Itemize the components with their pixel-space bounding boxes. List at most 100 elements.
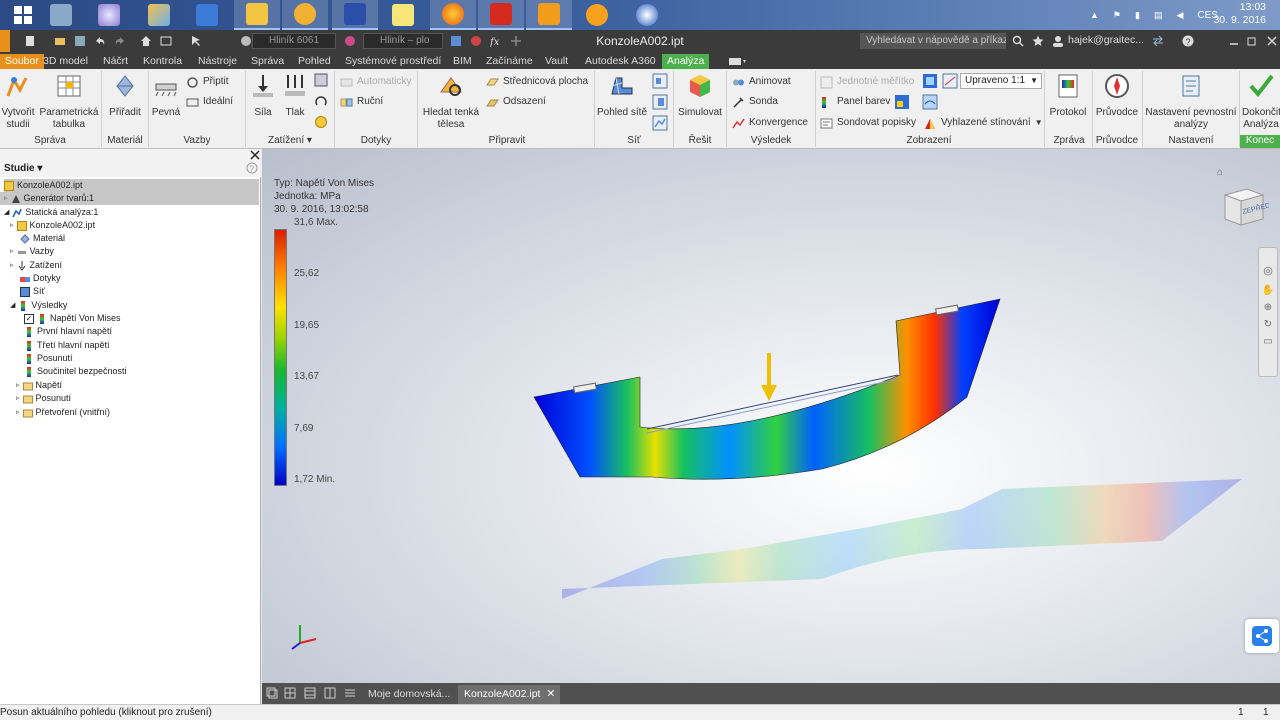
acrobat-icon[interactable] [478, 0, 524, 30]
close-icon[interactable] [1266, 35, 1278, 47]
thunderbird-icon[interactable] [282, 0, 328, 30]
tile-vertical-icon[interactable] [324, 687, 336, 699]
collapse-icon[interactable]: ◢ [10, 299, 15, 312]
tab-3d-model[interactable]: 3D model [38, 54, 93, 69]
home-icon[interactable] [140, 35, 152, 47]
undo-icon[interactable] [94, 35, 106, 47]
create-study-button[interactable]: Vytvořit studii [0, 71, 36, 131]
doc-tab-home[interactable]: Moje domovská... [362, 685, 456, 704]
expand-icon[interactable]: ▹ [4, 192, 8, 205]
graphics-window[interactable]: Typ: Napětí Von Mises Jednotka: MPa 30. … [262, 149, 1280, 683]
expand-icon[interactable]: ▹ [10, 245, 14, 258]
browser-title[interactable]: Studie ▾ [4, 163, 42, 174]
tree-item-strain-folder[interactable]: ▹ Přetvoření (vnitřní) [16, 406, 110, 419]
mesh-settings-icon[interactable] [652, 73, 668, 89]
share-button[interactable] [1245, 619, 1279, 653]
local-mesh-control-icon[interactable] [652, 94, 668, 110]
animate-button[interactable]: Animovat [732, 74, 791, 90]
force-load-button[interactable]: Síla [248, 71, 278, 119]
tray-arrow-icon[interactable]: ▲ [1090, 10, 1099, 20]
menu-icon[interactable] [344, 687, 356, 699]
expand-icon[interactable]: ▹ [10, 219, 14, 232]
inventor-icon[interactable] [526, 0, 572, 30]
browser-close-icon[interactable] [250, 150, 260, 160]
collapse-icon[interactable]: ◢ [4, 206, 9, 219]
appearance-combo[interactable]: Hliník – plo [363, 33, 443, 49]
manual-contacts-button[interactable]: Ruční [340, 94, 383, 110]
tree-item-material[interactable]: Materiál [20, 232, 65, 245]
tab-options-icon[interactable] [728, 55, 748, 67]
pinned-constraint-button[interactable]: Připtit [186, 74, 229, 90]
clear-overrides-icon[interactable] [470, 35, 482, 47]
tree-item-part-ref[interactable]: ▹ KonzoleA002.ipt [10, 219, 95, 232]
firefox-icon[interactable] [430, 0, 476, 30]
offset-button[interactable]: Odsazení [486, 94, 546, 110]
exchange-icon[interactable] [1152, 35, 1164, 47]
tree-item-shape-generator[interactable]: ▹ Generátor tvarů:1 [0, 192, 259, 205]
probe-button[interactable]: Sonda [732, 94, 778, 110]
tree-item-displacement-folder[interactable]: ▹ Posunutí [16, 392, 71, 405]
panel-title-zatizeni[interactable]: Zatížení ▾ [248, 135, 332, 148]
update-icon[interactable] [160, 35, 172, 47]
tree-item-third-principal[interactable]: Třetí hlavní napětí [24, 339, 110, 352]
add-icon[interactable] [510, 35, 522, 47]
assign-material-button[interactable]: Přiřadit [104, 71, 146, 119]
pan-icon[interactable]: ✋ [1259, 285, 1277, 296]
redo-icon[interactable] [114, 35, 126, 47]
tile-horizontal-icon[interactable] [304, 687, 316, 699]
tab-get-started[interactable]: Začínáme [481, 54, 538, 69]
tree-item-loads[interactable]: ▹ Zatížení [10, 259, 62, 272]
paint-icon[interactable] [136, 0, 182, 30]
finish-analysis-button[interactable]: Dokončit Analýza [1242, 71, 1280, 131]
new-file-icon[interactable] [24, 35, 36, 47]
home-view-icon[interactable]: ⌂ [1217, 167, 1223, 178]
tree-item-mesh[interactable]: Síť [20, 285, 45, 298]
word-icon[interactable] [184, 0, 230, 30]
tree-item-static-analysis[interactable]: ◢ Statická analýza:1 [4, 206, 98, 219]
tree-item-contacts[interactable]: Dotyky [20, 272, 61, 285]
adjust-icon[interactable] [450, 35, 462, 47]
tree-item-safety-factor[interactable]: Součinitel bezpečnosti [24, 365, 127, 378]
tab-analysis[interactable]: Analýza [662, 54, 710, 69]
tab-view[interactable]: Pohled [293, 54, 336, 69]
checkbox-checked[interactable]: ✓ [24, 313, 34, 324]
report-button[interactable]: Protokol [1046, 71, 1090, 119]
molecule-app-icon[interactable] [624, 0, 670, 30]
tab-vault[interactable]: Vault [540, 54, 573, 69]
sticky-notes-icon[interactable] [380, 0, 426, 30]
stress-result-model[interactable] [262, 149, 1280, 683]
probe-labels-button[interactable]: Sondovat popisky [820, 115, 916, 131]
browser-help-icon[interactable]: ? [246, 162, 258, 174]
tab-manage[interactable]: Správa [246, 54, 289, 69]
doc-tab-konzole[interactable]: KonzoleA002.ipt ✕ [458, 685, 561, 704]
select-icon[interactable] [190, 35, 202, 47]
star-icon[interactable] [1032, 35, 1044, 47]
tree-item-stress-folder[interactable]: ▹ Napětí [16, 379, 62, 392]
same-scale-button[interactable]: Jednotné měřítko [820, 74, 914, 90]
force-arrow[interactable] [761, 353, 777, 401]
find-thin-bodies-button[interactable]: Hledat tenká tělesa [420, 71, 482, 131]
parametric-table-button[interactable]: Parametrická tabulka [38, 71, 100, 131]
stress-analysis-settings-button[interactable]: Nastavení pevnostní analýzy [1144, 71, 1238, 131]
mesh-view-button[interactable]: Pohled sítě [596, 71, 648, 119]
fx-icon[interactable]: ƒx [490, 35, 502, 47]
material-combo[interactable]: Hliník 6061 [252, 33, 336, 49]
save-icon[interactable] [332, 0, 378, 30]
tray-volume-icon[interactable]: ◀ [1176, 10, 1183, 21]
orbit-icon[interactable]: ↻ [1259, 319, 1277, 330]
tree-item-constraints[interactable]: ▹ Vazby [10, 245, 54, 258]
simulate-button[interactable]: Simulovat [676, 71, 724, 119]
convergence-settings-icon[interactable] [652, 115, 668, 131]
steering-wheel-icon[interactable]: ◎ [1259, 264, 1277, 277]
tab-sketch[interactable]: Náčrt [98, 54, 133, 69]
help-icon[interactable]: ? [1182, 35, 1194, 47]
restore-icon[interactable] [1246, 35, 1258, 47]
expand-icon[interactable]: ▹ [10, 259, 14, 272]
tray-flag-icon[interactable]: ⚑ [1113, 10, 1121, 21]
show-min-max-icon[interactable] [922, 73, 938, 89]
tab-bim[interactable]: BIM [448, 54, 477, 69]
media-player-icon[interactable] [574, 0, 620, 30]
convergence-button[interactable]: Konvergence [732, 115, 808, 131]
minimize-icon[interactable] [1228, 35, 1240, 47]
tree-item-displacement[interactable]: Posunutí [24, 352, 73, 365]
